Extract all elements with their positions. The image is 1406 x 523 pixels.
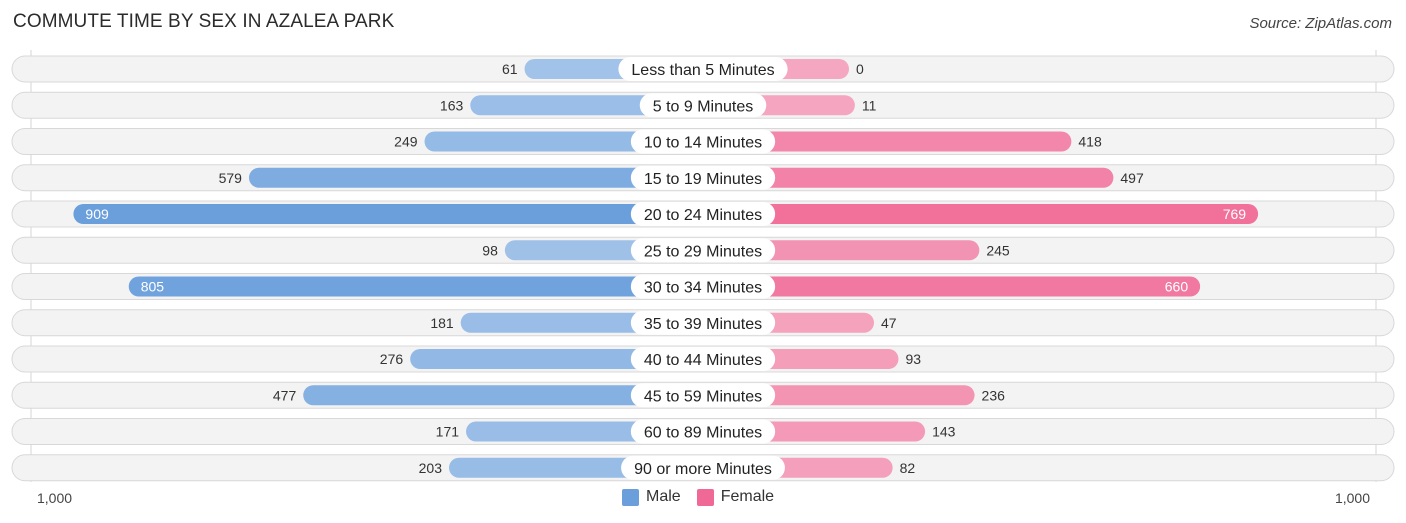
legend-label-male: Male: [646, 488, 681, 505]
axis-label-left: 1,000: [37, 490, 73, 506]
category-label: 45 to 59 Minutes: [644, 388, 762, 405]
category-label: 30 to 34 Minutes: [644, 280, 762, 297]
value-label-male: 579: [219, 170, 243, 186]
legend-swatch-female: [696, 488, 714, 506]
bar-female: [703, 276, 1201, 297]
category-label: Less than 5 Minutes: [631, 62, 774, 79]
value-label-female: 82: [900, 460, 916, 476]
legend-label-female: Female: [720, 488, 775, 505]
category-label: 35 to 39 Minutes: [644, 316, 762, 333]
category-label: 15 to 19 Minutes: [644, 171, 762, 188]
bar-male: [128, 276, 704, 297]
value-label-female: 497: [1120, 170, 1144, 186]
value-label-male: 171: [436, 424, 460, 440]
category-label: 5 to 9 Minutes: [653, 98, 754, 115]
value-label-male: 98: [482, 242, 498, 258]
category-label: 25 to 29 Minutes: [644, 243, 762, 260]
value-label-female: 0: [856, 61, 864, 77]
value-label-male: 61: [502, 61, 518, 77]
value-label-female: 93: [905, 351, 921, 367]
value-label-female: 769: [1223, 206, 1247, 222]
legend-swatch-male: [622, 488, 639, 506]
legend-item-male[interactable]: Male: [622, 488, 681, 506]
value-label-female: 660: [1165, 279, 1189, 295]
value-label-male: 203: [419, 460, 443, 476]
bar-female: [703, 204, 1259, 224]
value-label-female: 418: [1078, 134, 1102, 150]
category-label: 20 to 24 Minutes: [644, 207, 762, 224]
value-label-male: 477: [273, 387, 297, 403]
category-label: 90 or more Minutes: [634, 461, 772, 478]
value-label-male: 909: [85, 206, 109, 222]
category-label: 40 to 44 Minutes: [644, 352, 762, 369]
value-label-male: 181: [430, 315, 454, 331]
legend: Male Female: [622, 488, 790, 506]
bar-male: [73, 204, 704, 224]
value-label-female: 236: [982, 387, 1006, 403]
value-label-female: 47: [881, 315, 897, 331]
chart-canvas: Less than 5 Minutes 61 0 5 to 9 Minutes 163 1…: [11, 50, 1395, 482]
value-label-female: 245: [986, 242, 1010, 258]
category-label: 60 to 89 Minutes: [644, 425, 762, 442]
value-label-male: 249: [394, 134, 418, 150]
legend-item-female[interactable]: Female: [696, 488, 775, 506]
axis-label-right: 1,000: [1334, 490, 1370, 506]
category-label: 10 to 14 Minutes: [644, 135, 762, 152]
value-label-male: 805: [141, 279, 165, 295]
value-label-female: 143: [932, 424, 956, 440]
value-label-male: 276: [380, 351, 404, 367]
value-label-female: 11: [862, 97, 877, 113]
value-label-male: 163: [440, 97, 464, 113]
